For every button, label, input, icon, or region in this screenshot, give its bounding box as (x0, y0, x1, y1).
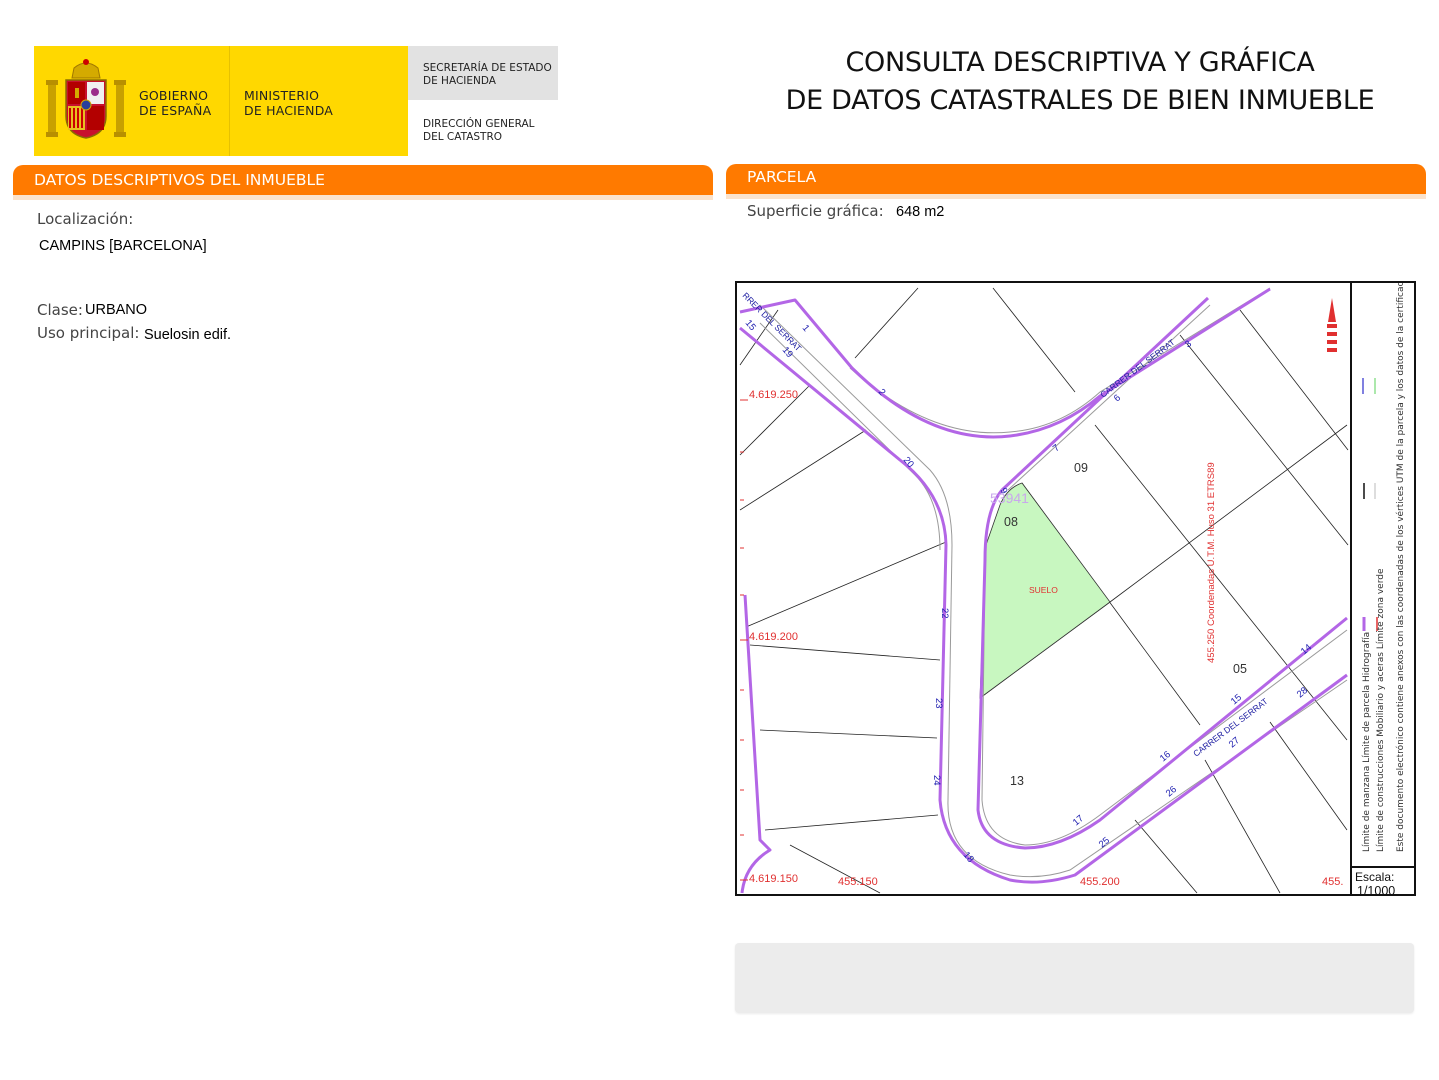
coat-of-arms-icon (46, 59, 126, 139)
page-title: CONSULTA DESCRIPTIVA Y GRÁFICA DE DATOS … (785, 47, 1375, 116)
coord-x-label: 455. (1322, 876, 1343, 888)
scale-value: 1/1000 (1357, 884, 1395, 894)
house-number: 27 (1227, 735, 1242, 750)
parcel-number: 09 (1074, 461, 1088, 475)
section-header-descriptive: DATOS DESCRIPTIVOS DEL INMUEBLE (13, 165, 713, 195)
localizacion-label: Localización: (37, 210, 134, 228)
empty-info-panel (735, 943, 1414, 1013)
section-header-shadow (726, 194, 1426, 199)
street-label: CARRER DEL SERRAT (1191, 696, 1269, 759)
ministerio-label: MINISTERIO DE HACIENDA (244, 88, 334, 118)
parcel-number: 13 (1010, 774, 1024, 788)
coord-y-label: 4.619.250 (749, 389, 798, 401)
clase-label: Clase: (37, 301, 83, 319)
street-label: CARRER DEL SERRAT (1098, 337, 1176, 400)
coord-system-label: 455.250 Coordenadas U.T.M. Huso 31 ETRS8… (1206, 462, 1217, 663)
coord-x-label: 455.200 (1080, 876, 1120, 888)
localizacion-value: CAMPINS [BARCELONA] (39, 238, 207, 254)
scale-label: Escala: (1355, 870, 1394, 884)
parcel-number: 05 (1233, 662, 1247, 676)
north-arrow-icon (1327, 298, 1337, 352)
parcel-number: 08 (1004, 515, 1018, 529)
section-header-parcela: PARCELA (726, 164, 1426, 194)
direccion-label: DIRECCIÓN GENERAL DEL CATASTRO (423, 118, 535, 143)
legend-line: Límite de manzana Límite de parcela Hidr… (1362, 632, 1372, 852)
house-number: 22 (939, 608, 950, 619)
uso-principal-value: Suelosin edif. (144, 327, 232, 343)
superficie-label: Superficie gráfica: (747, 202, 884, 220)
map-canvas: 4.619.250 4.619.200 4.619.150 455.150 45… (739, 283, 1406, 894)
house-number: 24 (931, 775, 942, 786)
block-code: 53941 (990, 490, 1029, 506)
coord-y-label: 4.619.150 (749, 873, 798, 885)
house-number: 28 (1295, 685, 1310, 700)
parcel-land-label: SUELO (1029, 585, 1058, 595)
uso-principal-label: Uso principal: (37, 324, 140, 342)
gobierno-label: GOBIERNO DE ESPAÑA (139, 88, 212, 118)
legend-separator (1350, 283, 1352, 894)
scale-separator (1352, 866, 1414, 868)
legend-line: Límite de construcciones Mobiliario y ac… (1376, 568, 1386, 852)
clase-value: URBANO (85, 302, 148, 318)
house-number: 6 (1112, 392, 1123, 404)
secretaria-label: SECRETARÍA DE ESTADO DE HACIENDA (423, 62, 552, 87)
coord-x-label: 455.150 (838, 876, 878, 888)
house-number: 1 (800, 323, 812, 334)
house-number: 20 (901, 455, 916, 470)
house-number: 23 (933, 698, 944, 709)
coord-y-label: 4.619.200 (749, 631, 798, 643)
cadastral-map[interactable]: 4.619.250 4.619.200 4.619.150 455.150 45… (735, 281, 1416, 896)
legend-note: Este documento electrónico contiene anex… (1395, 283, 1406, 852)
house-number: 7 (1051, 442, 1062, 454)
section-header-shadow (13, 195, 713, 200)
logo-divider (229, 46, 230, 156)
superficie-value: 648 m2 (896, 204, 945, 220)
